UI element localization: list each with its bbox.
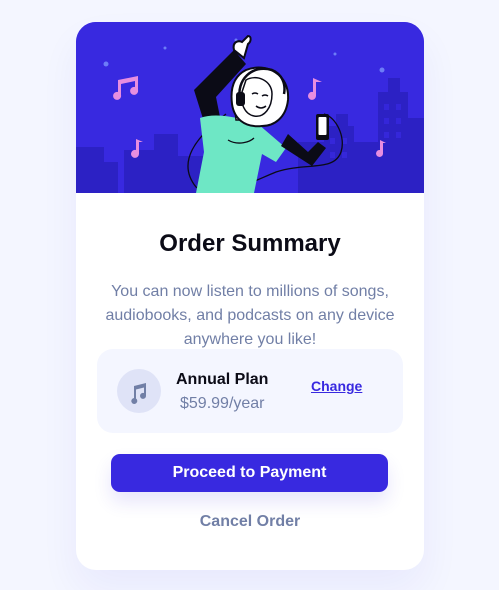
proceed-to-payment-button[interactable]: Proceed to Payment bbox=[111, 454, 388, 492]
cancel-order-button[interactable]: Cancel Order bbox=[76, 514, 424, 530]
order-summary-card: Order Summary You can now listen to mill… bbox=[76, 22, 424, 570]
page-title: Order Summary bbox=[159, 230, 341, 257]
change-plan-link[interactable]: Change bbox=[311, 379, 362, 393]
hero-illustration-graphic bbox=[76, 22, 424, 193]
plan-panel: Annual Plan $59.99/year Change bbox=[97, 349, 403, 433]
music-note-icon bbox=[117, 369, 161, 413]
plan-price: $59.99/year bbox=[180, 395, 265, 412]
hero-illustration bbox=[76, 22, 424, 193]
order-description: You can now listen to millions of songs,… bbox=[105, 283, 395, 348]
plan-name: Annual Plan bbox=[176, 371, 269, 388]
